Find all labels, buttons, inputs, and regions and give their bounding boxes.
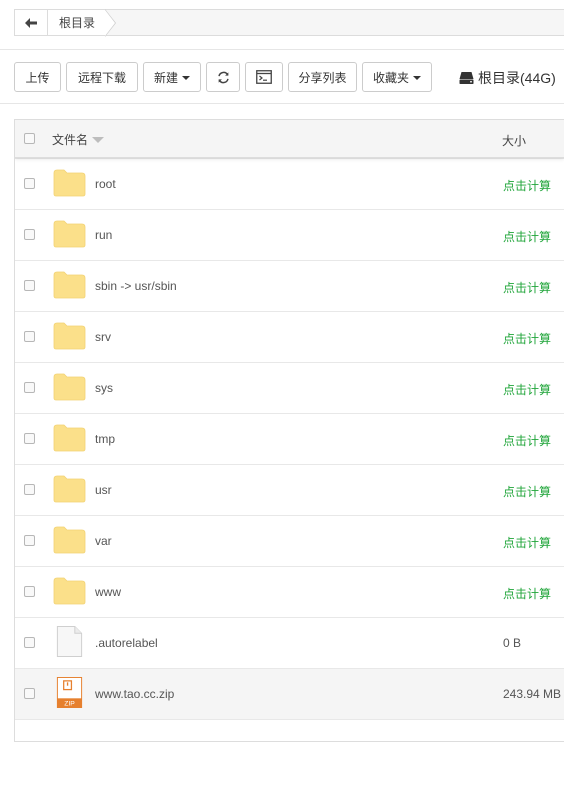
table-row[interactable]: var 点击计算 bbox=[15, 516, 564, 567]
back-button[interactable] bbox=[15, 10, 48, 35]
divider bbox=[0, 103, 564, 104]
file-size[interactable]: 点击计算 bbox=[503, 534, 551, 551]
terminal-icon bbox=[256, 70, 272, 84]
breadcrumb: 根目录 bbox=[14, 9, 564, 37]
file-table: 文件名 大小 proc点击计算root点击计算run点击计算sbin -> us… bbox=[14, 119, 564, 742]
file-name[interactable]: sys bbox=[95, 381, 113, 395]
share-list-button[interactable]: 分享列表 bbox=[288, 62, 357, 92]
file-name[interactable]: srv bbox=[95, 330, 111, 344]
new-label: 新建 bbox=[154, 70, 179, 85]
row-checkbox[interactable] bbox=[24, 331, 35, 342]
caret-down-icon bbox=[413, 76, 422, 80]
table-row[interactable]: sbin -> usr/sbin 点击计算 bbox=[15, 261, 564, 312]
folder-icon bbox=[53, 169, 86, 197]
row-checkbox[interactable] bbox=[24, 484, 35, 495]
folder-icon bbox=[53, 271, 86, 299]
divider bbox=[0, 49, 564, 50]
select-all-checkbox[interactable] bbox=[24, 133, 35, 144]
column-header-name[interactable]: 文件名 bbox=[52, 131, 105, 148]
zip-file-icon: ZIP bbox=[56, 677, 83, 708]
file-rows: proc点击计算root点击计算run点击计算sbin -> usr/sbin点… bbox=[15, 120, 564, 720]
favorites-label: 收藏夹 bbox=[373, 70, 410, 85]
column-name-label: 文件名 bbox=[52, 133, 89, 147]
svg-text:ZIP: ZIP bbox=[64, 701, 75, 708]
row-checkbox[interactable] bbox=[24, 637, 35, 648]
new-dropdown-button[interactable]: 新建 bbox=[143, 62, 201, 92]
file-name[interactable]: run bbox=[95, 228, 112, 242]
table-row[interactable]: www 点击计算 bbox=[15, 567, 564, 618]
table-header: 文件名 大小 bbox=[15, 120, 564, 158]
file-size: 243.94 MB bbox=[503, 687, 562, 701]
folder-icon bbox=[53, 373, 86, 401]
remote-download-button[interactable]: 远程下载 bbox=[66, 62, 138, 92]
file-size[interactable]: 点击计算 bbox=[503, 483, 551, 500]
table-row[interactable]: ZIP www.tao.cc.zip 243.94 MB bbox=[15, 669, 564, 720]
upload-label: 上传 bbox=[25, 70, 50, 85]
file-size[interactable]: 点击计算 bbox=[503, 228, 551, 245]
folder-icon bbox=[53, 577, 86, 605]
file-icon bbox=[56, 626, 83, 657]
row-checkbox[interactable] bbox=[24, 535, 35, 546]
row-checkbox[interactable] bbox=[24, 586, 35, 597]
column-header-size[interactable]: 大小 bbox=[502, 132, 526, 149]
row-checkbox[interactable] bbox=[24, 280, 35, 291]
file-size[interactable]: 点击计算 bbox=[503, 432, 551, 449]
table-row[interactable]: .autorelabel 0 B bbox=[15, 618, 564, 669]
row-checkbox[interactable] bbox=[24, 433, 35, 444]
refresh-button[interactable] bbox=[206, 62, 240, 92]
favorites-dropdown-button[interactable]: 收藏夹 bbox=[362, 62, 432, 92]
file-name[interactable]: www.tao.cc.zip bbox=[95, 687, 174, 701]
row-checkbox[interactable] bbox=[24, 382, 35, 393]
folder-icon bbox=[53, 475, 86, 503]
table-row[interactable]: usr 点击计算 bbox=[15, 465, 564, 516]
sort-down-icon bbox=[92, 136, 105, 143]
row-checkbox[interactable] bbox=[24, 178, 35, 189]
table-row[interactable]: srv 点击计算 bbox=[15, 312, 564, 363]
caret-down-icon bbox=[182, 76, 191, 80]
share-list-label: 分享列表 bbox=[298, 70, 347, 85]
folder-icon bbox=[53, 220, 86, 248]
file-name[interactable]: tmp bbox=[95, 432, 115, 446]
table-row[interactable]: run 点击计算 bbox=[15, 210, 564, 261]
table-row[interactable]: sys 点击计算 bbox=[15, 363, 564, 414]
file-size[interactable]: 点击计算 bbox=[503, 279, 551, 296]
file-name[interactable]: root bbox=[95, 177, 116, 191]
hard-drive-icon bbox=[459, 72, 474, 84]
disk-selector[interactable]: 根目录(44G) bbox=[459, 68, 556, 88]
folder-icon bbox=[53, 424, 86, 452]
terminal-button[interactable] bbox=[245, 62, 283, 92]
file-size[interactable]: 点击计算 bbox=[503, 585, 551, 602]
remote-download-label: 远程下载 bbox=[77, 70, 126, 85]
file-size: 0 B bbox=[503, 636, 522, 650]
toolbar: 上传 远程下载 新建 分享列表 收藏夹 bbox=[14, 62, 437, 92]
disk-label: 根目录(44G) bbox=[478, 70, 556, 86]
table-row[interactable]: tmp 点击计算 bbox=[15, 414, 564, 465]
file-name[interactable]: usr bbox=[95, 483, 112, 497]
file-size[interactable]: 点击计算 bbox=[503, 330, 551, 347]
row-checkbox[interactable] bbox=[24, 688, 35, 699]
upload-button[interactable]: 上传 bbox=[14, 62, 61, 92]
file-size[interactable]: 点击计算 bbox=[503, 177, 551, 194]
refresh-icon bbox=[217, 71, 229, 83]
file-name[interactable]: .autorelabel bbox=[95, 636, 158, 650]
arrow-left-icon bbox=[25, 17, 37, 28]
file-size[interactable]: 点击计算 bbox=[503, 381, 551, 398]
table-row[interactable]: root 点击计算 bbox=[15, 159, 564, 210]
file-name[interactable]: www bbox=[95, 585, 121, 599]
row-checkbox[interactable] bbox=[24, 229, 35, 240]
breadcrumb-root[interactable]: 根目录 bbox=[48, 9, 117, 37]
file-name[interactable]: var bbox=[95, 534, 112, 548]
folder-icon bbox=[53, 526, 86, 554]
folder-icon bbox=[53, 322, 86, 350]
breadcrumb-root-label: 根目录 bbox=[59, 16, 96, 30]
file-name[interactable]: sbin -> usr/sbin bbox=[95, 279, 177, 293]
